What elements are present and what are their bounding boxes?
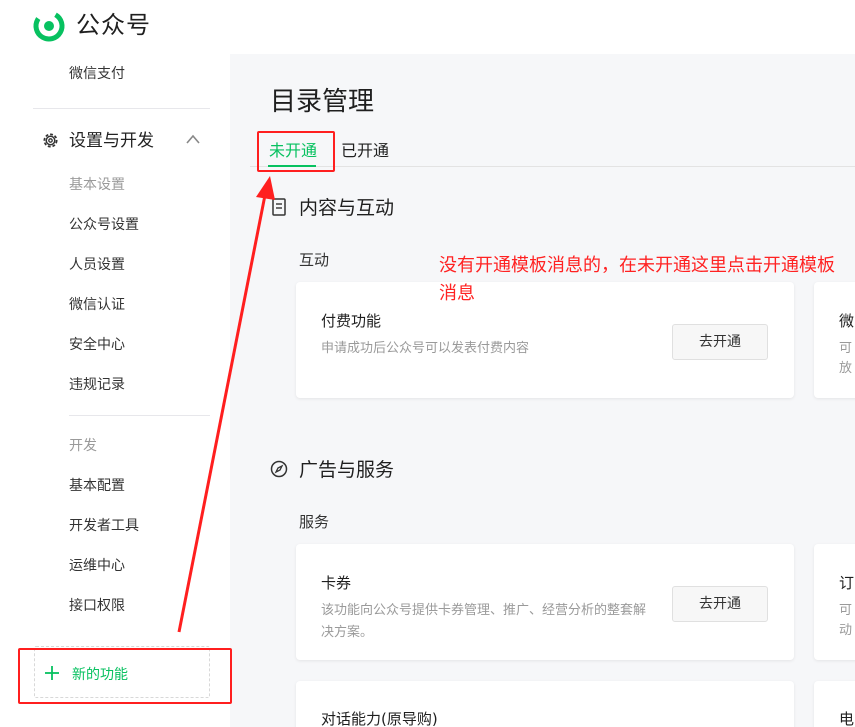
tab-enabled[interactable]: 已开通 [341, 140, 389, 162]
top-bar: 公众号 [0, 0, 855, 54]
card-description: 申请成功后公众号可以发表付费内容 [321, 341, 530, 356]
card-title: 微 [839, 312, 855, 330]
annotation-box-tab [257, 131, 335, 172]
sidebar-item-developer-tools[interactable]: 开发者工具 [69, 516, 139, 536]
category-title-content-interaction: 内容与互动 [299, 197, 395, 219]
feature-card-conversation: 对话能力(原导购) [296, 681, 794, 727]
sidebar-item-violation-records[interactable]: 违规记录 [69, 375, 125, 395]
card-title: 卡券 [321, 574, 352, 592]
annotation-text: 没有开通模板消息的，在未开通这里点击开通模板消息 [439, 255, 835, 304]
sidebar-item-api-permissions[interactable]: 接口权限 [69, 596, 125, 616]
sidebar-divider [69, 415, 210, 416]
sidebar-item-wechat-verification[interactable]: 微信认证 [69, 295, 125, 315]
sidebar-section-settings-dev[interactable]: 设置与开发 [69, 130, 154, 152]
card-title: 电 [839, 710, 855, 727]
category-title-ads-services: 广告与服务 [299, 459, 395, 481]
card-title: 对话能力(原导购) [321, 710, 438, 727]
sidebar-item-staff-settings[interactable]: 人员设置 [69, 255, 125, 275]
sidebar-divider [33, 108, 210, 109]
sidebar-item-account-settings[interactable]: 公众号设置 [69, 215, 139, 235]
card-description: 动 [839, 623, 853, 638]
compass-icon [270, 460, 288, 478]
card-description: 该功能向公众号提供卡券管理、推广、经营分析的整套解决方案。 [321, 603, 647, 640]
card-title: 付费功能 [321, 312, 382, 330]
page-title: 目录管理 [270, 87, 375, 117]
sidebar-group-basic-settings: 基本设置 [69, 177, 125, 193]
subcategory-title-interaction: 互动 [299, 251, 330, 269]
sidebar-group-dev: 开发 [69, 438, 97, 454]
sidebar: 微信支付 设置与开发 基本设置 公众号设置 人员设置 微信认证 安全中心 违规记… [0, 54, 230, 727]
sidebar-item-wechat-pay[interactable]: 微信支付 [69, 64, 125, 84]
wechat-logo[interactable] [32, 9, 66, 43]
chevron-up-icon[interactable] [185, 133, 201, 145]
annotation-box-new-function [18, 648, 232, 704]
sidebar-item-ops-center[interactable]: 运维中心 [69, 556, 125, 576]
sidebar-item-basic-config[interactable]: 基本配置 [69, 476, 125, 496]
tabs-divider [250, 166, 855, 167]
card-title: 订 [839, 574, 855, 592]
feature-card-coupons: 卡券 该功能向公众号提供卡券管理、推广、经营分析的整套解决方案。 去开通 [296, 544, 794, 660]
sidebar-item-security-center[interactable]: 安全中心 [69, 335, 125, 355]
subcategory-title-services: 服务 [299, 513, 330, 531]
brand-title[interactable]: 公众号 [76, 9, 151, 41]
gear-icon [43, 133, 58, 148]
document-icon [272, 198, 286, 216]
enable-button[interactable]: 去开通 [672, 586, 768, 622]
card-description: 放 [839, 361, 853, 376]
enable-button[interactable]: 去开通 [672, 324, 768, 360]
feature-card-partial: 订 可 动 [814, 544, 855, 660]
feature-card-partial: 电 [814, 681, 855, 727]
card-description: 可 [839, 603, 853, 618]
card-description: 可 [839, 341, 853, 356]
